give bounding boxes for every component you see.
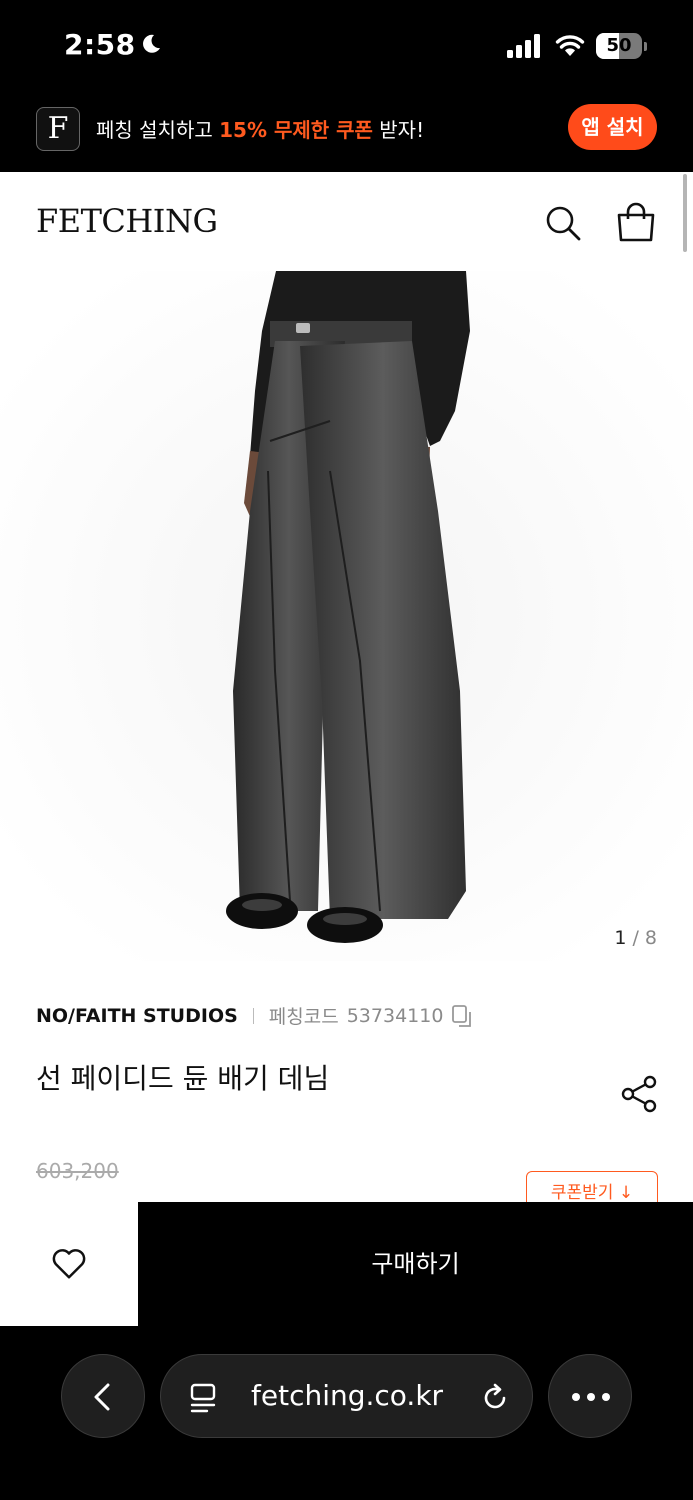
more-dots-icon bbox=[572, 1393, 610, 1401]
copy-icon[interactable] bbox=[451, 1004, 473, 1028]
cellular-signal-icon bbox=[507, 34, 540, 58]
banner-promo-text: 페칭 설치하고 15% 무제한 쿠폰 받자! bbox=[96, 114, 424, 143]
status-bar: 2:58 50 bbox=[0, 0, 693, 90]
get-coupon-button[interactable]: 쿠폰받기 ↓ bbox=[526, 1171, 658, 1202]
fetching-logo[interactable]: FETCHING bbox=[36, 202, 218, 240]
app-install-button[interactable]: 앱 설치 bbox=[568, 104, 657, 150]
buy-button[interactable]: 구매하기 bbox=[138, 1202, 693, 1326]
product-page[interactable]: FETCHING 1 / 8 NO/FAITH STUDIOS 페칭코드 537… bbox=[0, 172, 693, 1202]
banner-text-highlight: 15% 무제한 쿠폰 bbox=[219, 118, 373, 142]
battery-percent: 50 bbox=[606, 35, 632, 56]
page-menu-icon[interactable] bbox=[187, 1382, 219, 1414]
address-bar[interactable]: fetching.co.kr bbox=[160, 1354, 533, 1438]
app-install-banner: F 페칭 설치하고 15% 무제한 쿠폰 받자! 앱 설치 bbox=[0, 90, 693, 172]
image-counter-separator: / bbox=[632, 927, 639, 949]
fetching-code-label: 페칭코드 bbox=[268, 1006, 339, 1028]
image-counter-total: 8 bbox=[644, 927, 657, 949]
share-icon[interactable] bbox=[620, 1075, 658, 1113]
wifi-icon bbox=[555, 35, 585, 56]
banner-text-before: 페칭 설치하고 bbox=[96, 118, 220, 142]
banner-text-after: 받자! bbox=[372, 118, 425, 142]
back-button[interactable] bbox=[61, 1354, 145, 1438]
reload-icon[interactable] bbox=[479, 1382, 511, 1414]
page-scrollbar[interactable] bbox=[683, 174, 687, 252]
wishlist-button[interactable] bbox=[0, 1202, 138, 1326]
battery-indicator: 50 bbox=[596, 33, 648, 59]
product-photo[interactable] bbox=[0, 271, 693, 961]
brand-divider bbox=[252, 1007, 254, 1024]
do-not-disturb-moon-icon bbox=[143, 34, 160, 53]
more-options-button[interactable] bbox=[548, 1354, 632, 1438]
image-counter-current: 1 bbox=[614, 927, 627, 949]
chevron-left-icon bbox=[94, 1383, 110, 1411]
shopping-bag-icon[interactable] bbox=[614, 202, 658, 244]
status-time: 2:58 bbox=[64, 28, 136, 61]
product-name: 선 페이디드 듄 배기 데님 bbox=[36, 1062, 330, 1095]
url-text[interactable]: fetching.co.kr bbox=[251, 1379, 443, 1412]
brand-name[interactable]: NO/FAITH STUDIOS bbox=[36, 1005, 238, 1027]
browser-toolbar: fetching.co.kr bbox=[0, 1326, 693, 1500]
search-icon[interactable] bbox=[543, 203, 583, 243]
heart-icon bbox=[52, 1249, 86, 1279]
image-counter: 1 / 8 bbox=[614, 927, 657, 949]
fetching-code-value: 53734110 bbox=[346, 1004, 444, 1027]
original-price: 603,200 bbox=[36, 1159, 119, 1183]
fetching-app-logo: F bbox=[36, 107, 80, 151]
brand-row: NO/FAITH STUDIOS 페칭코드 53734110 bbox=[36, 1002, 473, 1029]
